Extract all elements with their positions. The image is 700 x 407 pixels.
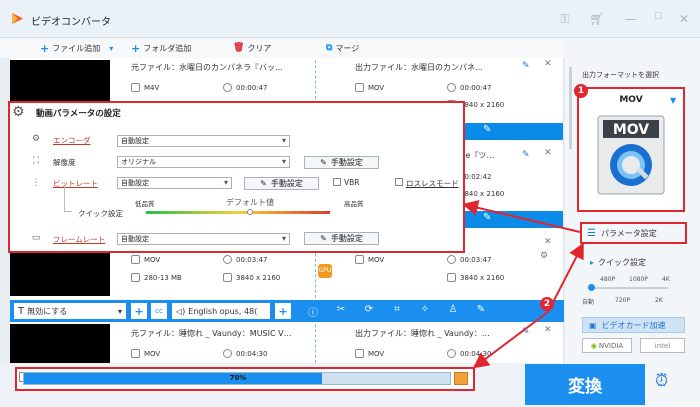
arrow-to-progress — [472, 311, 549, 369]
annotation-arrows — [462, 199, 584, 369]
step-badge-1: 1 — [574, 84, 588, 98]
step-badge-2: 2 — [540, 297, 554, 311]
arrow-to-dialog — [462, 199, 581, 233]
